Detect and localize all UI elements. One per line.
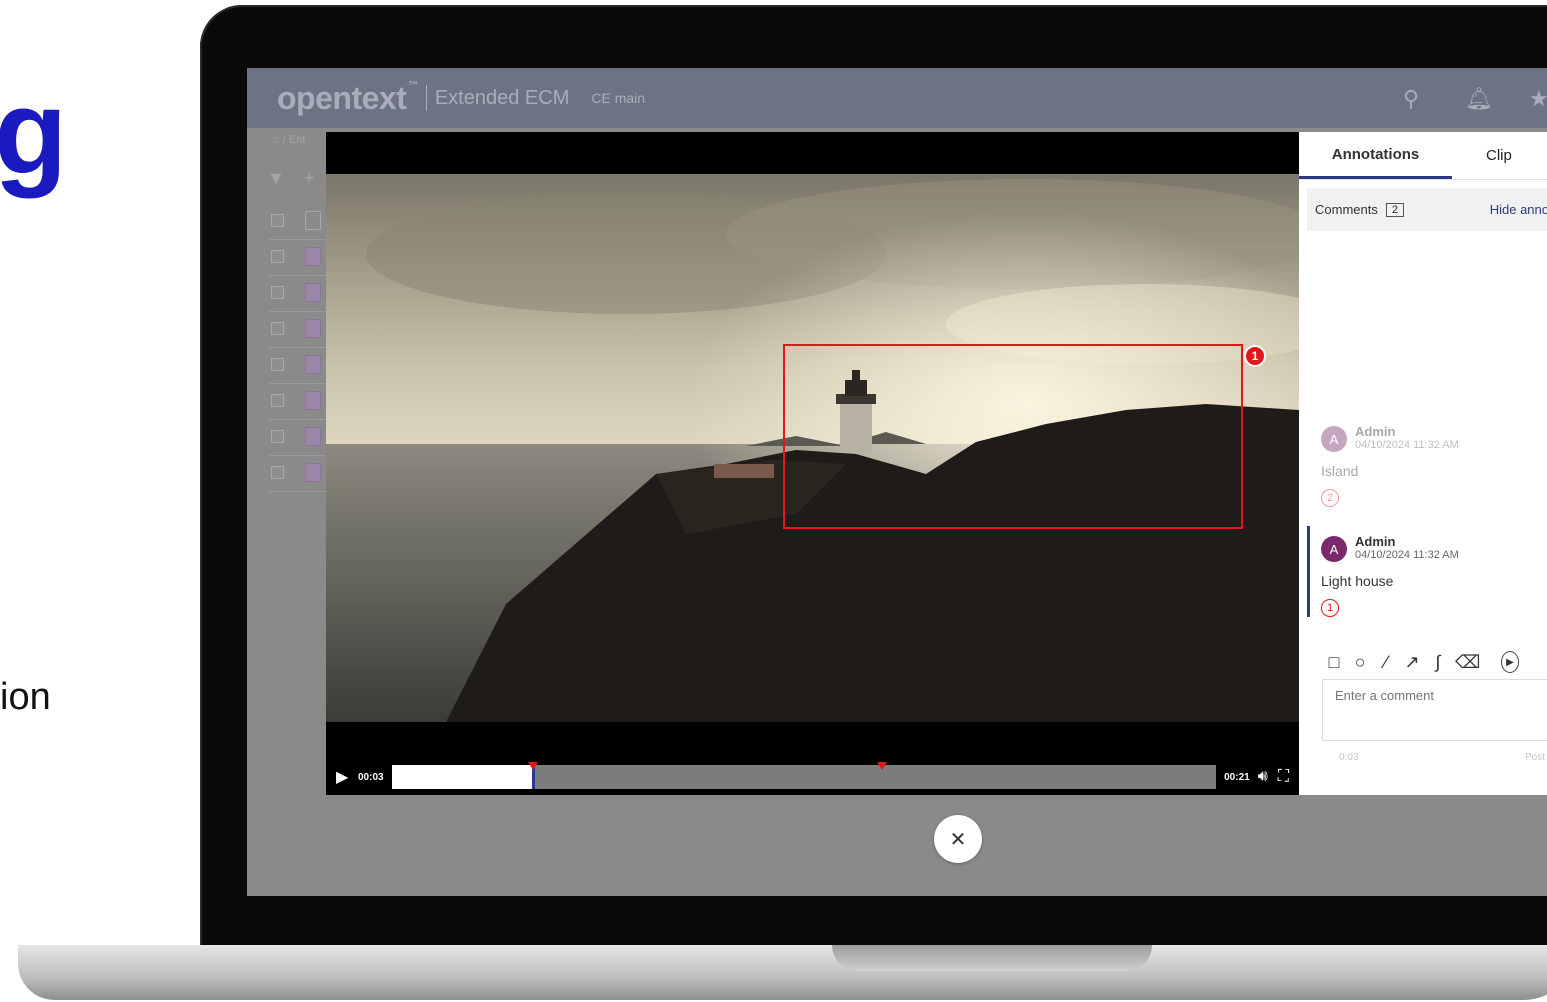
list-item[interactable] <box>269 420 329 456</box>
annotation-marker[interactable] <box>876 762 887 770</box>
background-text-fragment: ion <box>0 676 51 718</box>
search-icon[interactable]: ⚲ <box>1403 86 1419 112</box>
comments-header: Comments 2 Hide anno <box>1307 188 1547 231</box>
list-item[interactable] <box>269 384 329 420</box>
avatar: A <box>1321 536 1347 562</box>
comment-item-selected[interactable]: A Admin 04/10/2024 11:32 AM Light house … <box>1307 526 1547 617</box>
comment-text: Light house <box>1321 573 1394 589</box>
document-icon <box>305 211 321 230</box>
drawing-toolbar: □ ○ ∕ ↗ ∫ ⌫ ▶ <box>1325 651 1519 673</box>
play-icon[interactable]: ▶ <box>336 767 350 787</box>
opentext-logo[interactable]: opentext ™ <box>277 80 418 117</box>
annotations-panel: Annotations Clip Comments 2 Hide anno A … <box>1299 132 1547 795</box>
hide-annotations-link[interactable]: Hide anno <box>1490 202 1547 217</box>
video-file-icon <box>305 319 321 338</box>
comment-timestamp: 0:03 <box>1339 752 1359 763</box>
list-item[interactable] <box>269 456 329 492</box>
duration: 00:21 <box>1224 771 1250 783</box>
row-checkbox[interactable] <box>271 322 284 335</box>
row-checkbox[interactable] <box>271 466 284 479</box>
video-file-icon <box>305 427 321 446</box>
video-controls: ▶ 00:03 00:21 🔊︎ ⛶ <box>326 762 1299 792</box>
close-button[interactable]: ✕ <box>934 815 982 863</box>
list-item[interactable] <box>269 204 329 240</box>
comment-date: 04/10/2024 11:32 AM <box>1355 549 1459 561</box>
video-file-icon <box>305 283 321 302</box>
laptop-screen: opentext ™ Extended ECM CE main ⚲ 🔔︎ ★ ⌂ … <box>247 68 1547 896</box>
comment-author: Admin <box>1355 424 1396 439</box>
app-header: opentext ™ Extended ECM CE main ⚲ 🔔︎ ★ <box>247 68 1547 128</box>
comment-number-badge: 1 <box>1321 599 1339 617</box>
row-checkbox[interactable] <box>271 214 284 227</box>
list-item[interactable] <box>269 312 329 348</box>
comments-label: Comments <box>1315 202 1378 217</box>
panel-tabs: Annotations Clip <box>1299 132 1547 180</box>
comment-author: Admin <box>1355 534 1396 549</box>
product-name: Extended ECM <box>434 86 570 109</box>
bell-icon[interactable]: 🔔︎ <box>1465 86 1493 112</box>
list-item[interactable] <box>269 240 329 276</box>
seek-bar[interactable] <box>391 762 1217 789</box>
annotation-marker[interactable] <box>527 762 538 770</box>
stage: g ion opentext ™ Extended ECM CE main ⚲ 🔔… <box>0 0 1547 1002</box>
line-icon[interactable]: ∕ <box>1377 652 1395 673</box>
comment-number-badge: 2 <box>1321 489 1339 507</box>
video-file-icon <box>305 355 321 374</box>
logo-divider <box>425 85 427 111</box>
current-time: 00:03 <box>358 771 384 783</box>
comment-input[interactable] <box>1322 679 1547 741</box>
background-heading-fragment: g <box>0 65 68 199</box>
list-item[interactable] <box>269 276 329 312</box>
breadcrumb: ⌂ / Ent <box>273 134 306 146</box>
tab-clip[interactable]: Clip <box>1452 132 1512 179</box>
laptop-notch <box>832 945 1152 971</box>
video-file-icon <box>305 463 321 482</box>
video-file-icon <box>305 247 321 266</box>
star-icon[interactable]: ★ <box>1529 86 1547 112</box>
circle-icon[interactable]: ○ <box>1351 652 1369 673</box>
post-button[interactable]: Post <box>1525 752 1545 763</box>
volume-icon[interactable]: 🔊︎ <box>1258 768 1268 786</box>
seek-bar-progress <box>391 765 533 789</box>
home-icon[interactable]: ⌂ <box>273 134 280 146</box>
file-list <box>247 164 329 494</box>
freehand-icon[interactable]: ∫ <box>1429 652 1447 673</box>
comment-item[interactable]: A Admin 04/10/2024 11:32 AM Island 2 <box>1307 416 1547 507</box>
annotation-rectangle[interactable] <box>783 344 1243 529</box>
comment-text: Island <box>1321 463 1359 479</box>
video-viewer-modal: 1 ▶ 00:03 00:21 🔊︎ ⛶ Annotations Clip Co… <box>326 132 1547 795</box>
list-item[interactable] <box>269 348 329 384</box>
avatar: A <box>1321 426 1347 452</box>
clip-icon[interactable]: ▶ <box>1501 651 1519 673</box>
eraser-icon[interactable]: ⌫ <box>1455 652 1480 673</box>
video-file-icon <box>305 391 321 410</box>
row-checkbox[interactable] <box>271 358 284 371</box>
row-checkbox[interactable] <box>271 286 284 299</box>
tab-annotations[interactable]: Annotations <box>1299 132 1452 179</box>
row-checkbox[interactable] <box>271 430 284 443</box>
annotation-pin[interactable]: 1 <box>1244 345 1266 367</box>
comment-date: 04/10/2024 11:32 AM <box>1355 439 1459 451</box>
fullscreen-icon[interactable]: ⛶ <box>1278 768 1289 786</box>
comments-count-badge: 2 <box>1385 202 1404 217</box>
arrow-icon[interactable]: ↗ <box>1403 652 1421 673</box>
close-icon: ✕ <box>949 828 967 851</box>
laptop-base <box>18 945 1547 1000</box>
row-checkbox[interactable] <box>271 250 284 263</box>
rectangle-icon[interactable]: □ <box>1325 652 1343 673</box>
environment-name: CE main <box>591 90 646 106</box>
row-checkbox[interactable] <box>271 394 284 407</box>
